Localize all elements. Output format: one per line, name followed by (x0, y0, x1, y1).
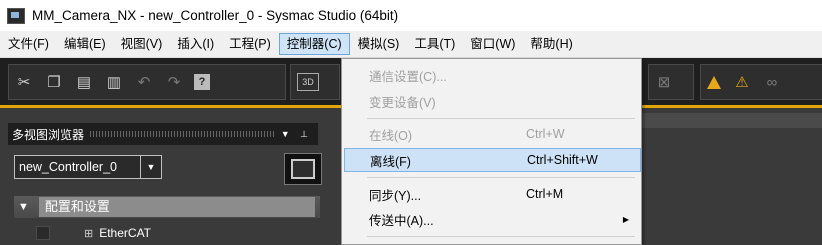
delete-icon[interactable]: ▥ (103, 71, 125, 93)
menu-edit[interactable]: 编辑(E) (57, 33, 113, 55)
menu-item-label: 同步(Y)... (369, 188, 422, 203)
menu-item-transfer[interactable]: 传送中(A)... ▶ (344, 207, 639, 231)
menu-insert[interactable]: 插入(I) (170, 33, 221, 55)
controller-image-icon (284, 153, 322, 185)
menu-item-offline[interactable]: 离线(F) Ctrl+Shift+W (344, 148, 641, 172)
tree-section-label: 配置和设置 (38, 197, 315, 217)
ethercat-icon: ⊞ (84, 227, 94, 240)
controller-menu: 通信设置(C)... 变更设备(V) 在线(O) Ctrl+W 离线(F) Ct… (341, 58, 642, 245)
tree-item-label: EtherCAT (99, 226, 152, 240)
app-icon (7, 7, 25, 24)
menu-separator (367, 118, 635, 119)
controller-toolbar-group: ⊠ (648, 64, 694, 100)
window-title: MM_Camera_NX - new_Controller_0 - Sysmac… (32, 8, 399, 23)
pane-header: 多视图浏览器 ▼ ⊥ (8, 123, 318, 145)
menu-item-online[interactable]: 在线(O) Ctrl+W (344, 122, 639, 146)
edit-toolbar-group: ✂ ❐ ▤ ▥ ↶ ↷ ? (8, 64, 286, 100)
editor-tab-strip (640, 113, 822, 128)
menu-simulation[interactable]: 模拟(S) (351, 33, 407, 55)
menu-file[interactable]: 文件(F) (1, 33, 56, 55)
controller-select[interactable]: new_Controller_0 ▼ (14, 155, 162, 179)
menu-item-label: 离线(F) (370, 154, 411, 169)
redo-icon[interactable]: ↷ (163, 71, 185, 93)
menu-item-shortcut: Ctrl+Shift+W (527, 153, 598, 167)
tree-item-ethercat[interactable]: ⊞ EtherCAT (14, 223, 320, 243)
warning-off-icon[interactable]: ⚠ (731, 71, 753, 93)
menu-item-change-device[interactable]: 变更设备(V) (344, 89, 639, 113)
menu-item-sync[interactable]: 同步(Y)... Ctrl+M (344, 182, 639, 206)
link-icon[interactable]: ∞ (761, 71, 783, 93)
controller-select-value: new_Controller_0 (19, 160, 117, 174)
tree-section-config[interactable]: ▼ 配置和设置 (14, 196, 320, 218)
menu-item-label: 在线(O) (369, 128, 413, 143)
menu-project[interactable]: 工程(P) (222, 33, 278, 55)
multiview-explorer: 多视图浏览器 ▼ ⊥ new_Controller_0 ▼ ▼ 配置和设置 ⊞ … (0, 108, 342, 243)
3d-icon[interactable]: 3D (297, 73, 319, 91)
paste-icon[interactable]: ▤ (73, 71, 95, 93)
copy-icon[interactable]: ❐ (43, 71, 65, 93)
menu-separator (367, 236, 635, 237)
cut-icon[interactable]: ✂ (13, 71, 35, 93)
menu-separator (367, 177, 635, 178)
menu-view[interactable]: 视图(V) (114, 33, 170, 55)
menu-item-comm-settings[interactable]: 通信设置(C)... (344, 63, 639, 87)
menu-controller[interactable]: 控制器(C) (278, 33, 350, 55)
menu-help[interactable]: 帮助(H) (523, 33, 579, 55)
menu-item-label: 变更设备(V) (369, 95, 436, 110)
warning-toolbar-group: ⚠ ∞ (700, 64, 822, 100)
help-icon[interactable]: ? (194, 74, 210, 90)
menu-bar: 文件(F) 编辑(E) 视图(V) 插入(I) 工程(P) 控制器(C) 模拟(… (0, 31, 822, 58)
menu-item-label: 传送中(A)... (369, 213, 434, 228)
undo-icon[interactable]: ↶ (133, 71, 155, 93)
menu-tools[interactable]: 工具(T) (407, 33, 462, 55)
pin-icon[interactable]: ▼ ⊥ (281, 129, 318, 140)
chevron-down-icon[interactable]: ▼ (140, 156, 161, 178)
tree-item-check (36, 226, 50, 240)
collapse-arrow-icon[interactable]: ▼ (18, 201, 29, 213)
menu-item-shortcut: Ctrl+W (526, 127, 565, 141)
submenu-arrow-icon: ▶ (622, 214, 629, 224)
menu-window[interactable]: 窗口(W) (463, 33, 522, 55)
menu-item-label: 通信设置(C)... (369, 69, 447, 84)
controller-icon[interactable]: ⊠ (653, 71, 675, 93)
editor-area (640, 108, 822, 243)
pane-title: 多视图浏览器 (12, 127, 85, 142)
title-bar: MM_Camera_NX - new_Controller_0 - Sysmac… (0, 0, 822, 31)
view-toolbar-group: 3D (290, 64, 340, 100)
pane-grip (90, 131, 275, 137)
menu-item-shortcut: Ctrl+M (526, 187, 564, 201)
warning-icon[interactable] (707, 75, 721, 89)
